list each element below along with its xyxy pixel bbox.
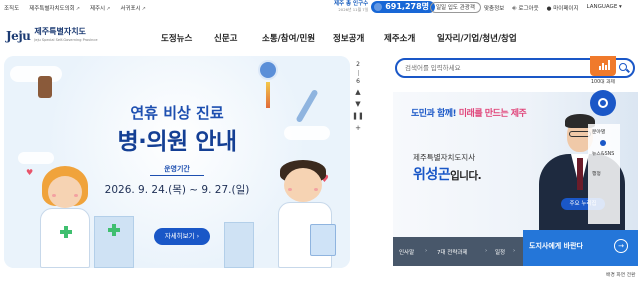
nav-item-disclosure[interactable]: 정보공개	[333, 32, 364, 44]
top100-tasks-button[interactable]	[590, 56, 616, 76]
slide-prev-button[interactable]: ▲	[355, 86, 360, 98]
search-input[interactable]	[405, 61, 605, 75]
hero-period-label: 운영기간	[150, 164, 204, 176]
arrow-right-icon: →	[614, 239, 628, 253]
external-link-icon: ↗	[106, 6, 111, 12]
slogan-part2: 미래를 만드는 제주	[458, 109, 527, 119]
daily-tourist-button[interactable]: 일일 입도 관광객	[430, 2, 481, 13]
slide-add-button[interactable]: +	[355, 122, 361, 134]
quick-menu: 100대 과제 분야별 뉴스&SNS 행정	[588, 56, 620, 236]
org-chart-link[interactable]: 조직도	[4, 4, 19, 12]
org-chart-label: 조직도	[4, 6, 20, 12]
gear-icon[interactable]	[590, 90, 616, 116]
search-icon[interactable]	[617, 61, 631, 75]
governor-subtitle: 제주특별자치도지사	[413, 153, 476, 162]
governor-name-value: 위성곤	[413, 167, 451, 183]
quick-item-admin[interactable]: 행정	[592, 170, 601, 177]
external-link-icon: ↗	[141, 6, 146, 12]
nav-item-news[interactable]: 도정뉴스	[161, 32, 192, 44]
greeting-link[interactable]: 인사말	[399, 248, 414, 256]
governor-link-bar: 인사말 › 7대 전략과제 › 일정 ›	[393, 237, 523, 266]
mypage-label: 마이페이지	[553, 6, 579, 12]
council-link[interactable]: 제주특별자치도의회↗	[29, 4, 80, 12]
population-badge: 691,278명	[371, 1, 436, 13]
slide-divider	[357, 70, 359, 76]
medicine-bottle-icon	[38, 76, 52, 98]
people-icon	[374, 3, 383, 11]
bar-chart-icon	[598, 60, 610, 70]
slide-total: 6	[356, 78, 360, 85]
chevron-right-icon: ›	[485, 248, 488, 254]
male-doctor-illustration	[266, 156, 344, 268]
governor-name-suffix: 입니다.	[450, 170, 482, 182]
language-select[interactable]: LANGUAGE ▾	[587, 4, 622, 13]
logout-label: 로그아웃	[518, 6, 539, 12]
logo-korean: 제주특별자치도	[34, 27, 86, 36]
lantern-ornament-icon	[258, 60, 278, 80]
cloud-decoration	[10, 66, 62, 82]
logo-text: 제주특별자치도 Jeju Special Self-Governing Prov…	[34, 28, 97, 44]
nav-item-jobs[interactable]: 일자리/기업/청년/창업	[437, 32, 517, 44]
female-doctor-illustration	[30, 164, 100, 268]
chevron-right-icon: ›	[425, 248, 428, 254]
slide-next-button[interactable]: ▼	[355, 98, 360, 110]
nav-item-sinmungo[interactable]: 신문고	[214, 32, 237, 44]
medical-cross-icon	[60, 226, 72, 238]
hero-title-line1: 연휴 비상 진료	[130, 104, 224, 122]
population-label-group: 제주 총 인구수 2026년 11월 7일	[334, 1, 368, 13]
external-link-icon: ↗	[75, 6, 80, 12]
language-label: LANGUAGE	[586, 4, 618, 10]
hero-period: 2026. 9. 24.(목) ~ 9. 27.(일)	[104, 184, 250, 196]
slogan-part1: 도민과 함께!	[411, 109, 459, 119]
slider-controls: 2 6 ▲ ▼ ❚❚ +	[350, 60, 366, 134]
hero-title-line2: 병·의원 안내	[117, 129, 237, 155]
jeju-logo-mark: Jeju	[6, 29, 31, 43]
slide-current-index: 2	[356, 61, 360, 68]
governor-slogan: 도민과 함께! 미래를 만드는 제주	[411, 106, 527, 119]
chevron-down-icon: ▾	[619, 4, 622, 10]
user-icon: ●	[546, 6, 552, 12]
background-change-button[interactable]: 배경 화면 전환	[606, 271, 636, 278]
population-value: 691,278명	[385, 2, 430, 11]
strategy-link[interactable]: 7대 전략과제	[437, 248, 468, 256]
petition-label: 도지사에게 바란다	[529, 242, 583, 250]
login-link[interactable]: ⎆ 로그아웃	[512, 4, 538, 13]
login-icon: ⎆	[512, 6, 517, 12]
population-widget[interactable]: 제주 총 인구수 2026년 11월 7일 691,278명	[334, 1, 436, 13]
top100-tasks-label: 100대 과제	[591, 80, 615, 85]
population-date: 2026년 11월 7일	[338, 7, 369, 12]
home-icon	[600, 140, 606, 146]
quick-menu-panel: 분야별 뉴스&SNS 행정	[588, 124, 620, 224]
seogwipo-label: 서귀포시	[120, 6, 141, 12]
medical-cross-icon	[108, 224, 120, 236]
nav-item-about-jeju[interactable]: 제주소개	[384, 32, 415, 44]
schedule-link[interactable]: 일정	[495, 248, 505, 256]
chevron-right-icon: ›	[513, 248, 516, 254]
jeju-city-label: 제주시	[89, 6, 106, 12]
governor-name: 위성곤입니다.	[413, 164, 482, 184]
council-label: 제주특별자치도의회	[29, 6, 75, 12]
hospital-building	[224, 222, 254, 268]
mypage-link[interactable]: ● 마이페이지	[547, 4, 579, 13]
slide-pause-button[interactable]: ❚❚	[352, 110, 364, 122]
site-logo[interactable]: Jeju 제주특별자치도 Jeju Special Self-Governing…	[6, 28, 97, 44]
seogwipo-city-link[interactable]: 서귀포시↗	[120, 4, 145, 12]
family-site-links: 조직도 제주특별자치도의회↗ 제주시↗ 서귀포시↗	[4, 4, 146, 12]
top-utility-bar: 조직도 제주특별자치도의회↗ 제주시↗ 서귀포시↗ 제주 총 인구수 2026년…	[0, 0, 640, 16]
clipboard-icon	[310, 224, 336, 256]
custom-info-link[interactable]: 맞춤정보	[484, 4, 504, 13]
hero-more-button[interactable]: 자세히보기 ›	[154, 228, 210, 245]
jeju-city-link[interactable]: 제주시↗	[90, 4, 110, 12]
petition-to-governor-button[interactable]: 도지사에게 바란다 →	[523, 230, 638, 266]
user-links: 맞춤정보 ⎆ 로그아웃 ● 마이페이지 LANGUAGE ▾	[484, 4, 622, 13]
quick-item-category[interactable]: 분야별	[592, 128, 605, 135]
nav-item-participation[interactable]: 소통/참여/민원	[262, 32, 315, 44]
logo-english: Jeju Special Self-Governing Province	[34, 38, 98, 42]
quick-item-news-sns[interactable]: 뉴스&SNS	[592, 150, 614, 157]
main-hero-banner[interactable]: ♥ ♥ 연휴 비상 진료 병·의원 안내 운영기간 2026. 9. 24.(목…	[4, 56, 350, 268]
